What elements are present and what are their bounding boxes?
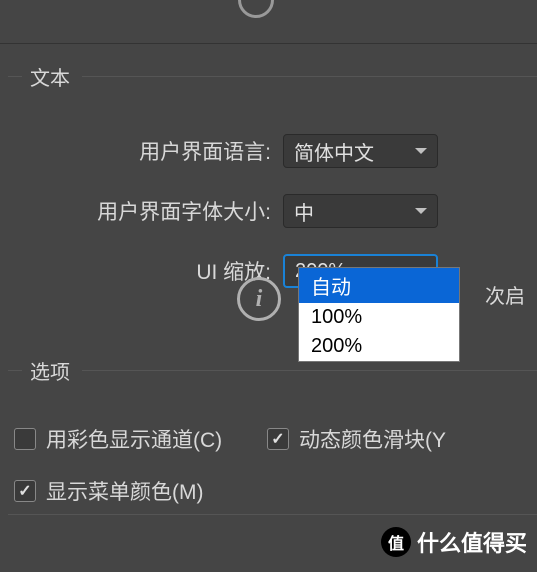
dropdown-item-100[interactable]: 100% [299,303,459,332]
restart-hint: 次启 [485,280,525,309]
info-icon: i [237,277,281,321]
dropdown-item-auto[interactable]: 自动 [299,268,459,303]
checkbox-box[interactable] [14,480,36,502]
checkbox-row-1: 用彩色显示通道(C) 动态颜色滑块(Y [8,424,537,454]
label-ui-scale: UI 缩放: [8,256,283,286]
row-ui-font-size: 用户界面字体大小: 中 [8,190,537,232]
checkbox-row-2: 显示菜单颜色(M) [8,476,537,506]
select-value: 中 [294,197,314,226]
info-icon-partial [238,0,274,18]
section-options: 选项 用彩色显示通道(C) 动态颜色滑块(Y 显示菜单颜色(M) [8,356,537,528]
select-ui-font-size[interactable]: 中 [283,194,438,228]
divider [8,514,537,515]
divider [0,43,537,44]
chevron-down-icon [415,208,427,214]
checkbox-box[interactable] [14,428,36,450]
checkbox-menu-colors[interactable]: 显示菜单颜色(M) [14,476,203,506]
watermark: 值 什么值得买 [381,526,527,558]
select-value: 简体中文 [294,137,374,166]
checkbox-label: 用彩色显示通道(C) [46,424,222,454]
checkbox-dynamic-sliders[interactable]: 动态颜色滑块(Y [267,424,446,454]
label-ui-language: 用户界面语言: [8,136,283,166]
label-ui-font-size: 用户界面字体大小: [8,196,283,226]
row-ui-language: 用户界面语言: 简体中文 [8,130,537,172]
section-title: 文本 [30,62,70,91]
watermark-text: 什么值得买 [417,526,527,558]
checkbox-label: 动态颜色滑块(Y [299,424,446,454]
watermark-badge: 值 [381,527,411,557]
dropdown-ui-scale[interactable]: 自动 100% 200% [298,267,460,362]
checkbox-label: 显示菜单颜色(M) [46,476,203,506]
section-title: 选项 [30,356,70,385]
checkbox-box[interactable] [267,428,289,450]
chevron-down-icon [415,148,427,154]
checkbox-color-channels[interactable]: 用彩色显示通道(C) [14,424,222,454]
select-ui-language[interactable]: 简体中文 [283,134,438,168]
section-header-text: 文本 [8,62,537,92]
info-glyph: i [256,286,263,313]
dropdown-item-200[interactable]: 200% [299,332,459,361]
